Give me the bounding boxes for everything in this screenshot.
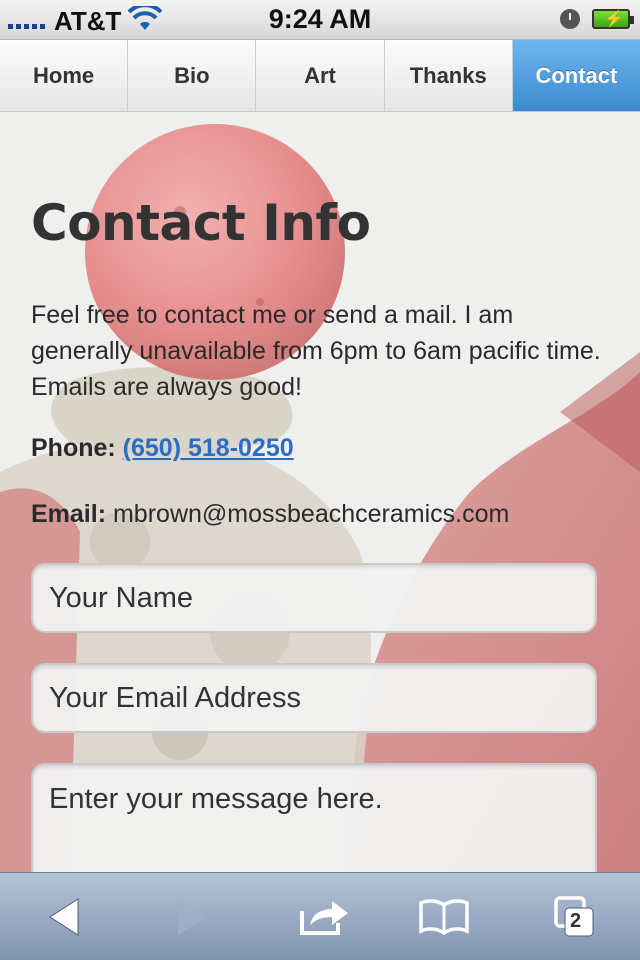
browser-toolbar: 2 <box>0 872 640 960</box>
phone-link[interactable]: (650) 518-0250 <box>123 434 294 462</box>
tab-label: Home <box>33 62 95 88</box>
forward-button[interactable] <box>162 893 222 941</box>
pages-button[interactable]: 2 <box>544 893 604 941</box>
share-icon <box>300 901 348 935</box>
clock-time: 9:24 AM <box>268 4 372 34</box>
phone-label: Phone: <box>31 434 116 462</box>
tab-label: Contact <box>535 62 618 88</box>
tab-thanks[interactable]: Thanks <box>384 40 513 111</box>
back-arrow-icon <box>49 898 79 936</box>
page-title: Contact Info <box>31 194 371 252</box>
tab-art[interactable]: Art <box>256 40 385 111</box>
battery-charging-icon: ⚡ <box>592 9 634 29</box>
share-button[interactable] <box>294 893 354 941</box>
alarm-clock-icon <box>560 9 580 29</box>
tab-home[interactable]: Home <box>0 40 129 111</box>
email-address: mbrown@mossbeachceramics.com <box>112 500 510 528</box>
charging-bolt-icon: ⚡ <box>604 11 624 28</box>
tab-label: Thanks <box>409 62 487 88</box>
tab-bio[interactable]: Bio <box>128 40 257 111</box>
status-bar: AT&T 9:24 AM ⚡ <box>0 0 640 40</box>
phone-line: Phone: (650) 518-0250 <box>31 434 294 463</box>
intro-paragraph: Feel free to contact me or send a mail. … <box>31 301 601 401</box>
email-line: Email: mbrown@mossbeachceramics.com <box>31 500 509 529</box>
tab-label: Art <box>304 62 336 88</box>
email-label: Email: <box>31 500 107 528</box>
open-book-icon <box>419 899 469 936</box>
tab-contact[interactable]: Contact <box>512 40 640 111</box>
tab-label: Bio <box>174 62 210 88</box>
bookmarks-button[interactable] <box>414 893 474 941</box>
forward-arrow-icon <box>178 899 206 935</box>
message-textarea[interactable] <box>31 763 597 872</box>
back-button[interactable] <box>34 893 94 941</box>
top-nav: Home Bio Art Thanks Contact <box>0 40 640 112</box>
content-area: Contact Info Feel free to contact me or … <box>0 112 640 872</box>
email-input[interactable] <box>31 663 597 733</box>
pages-count: 2 <box>570 910 582 932</box>
name-input[interactable] <box>31 563 597 633</box>
